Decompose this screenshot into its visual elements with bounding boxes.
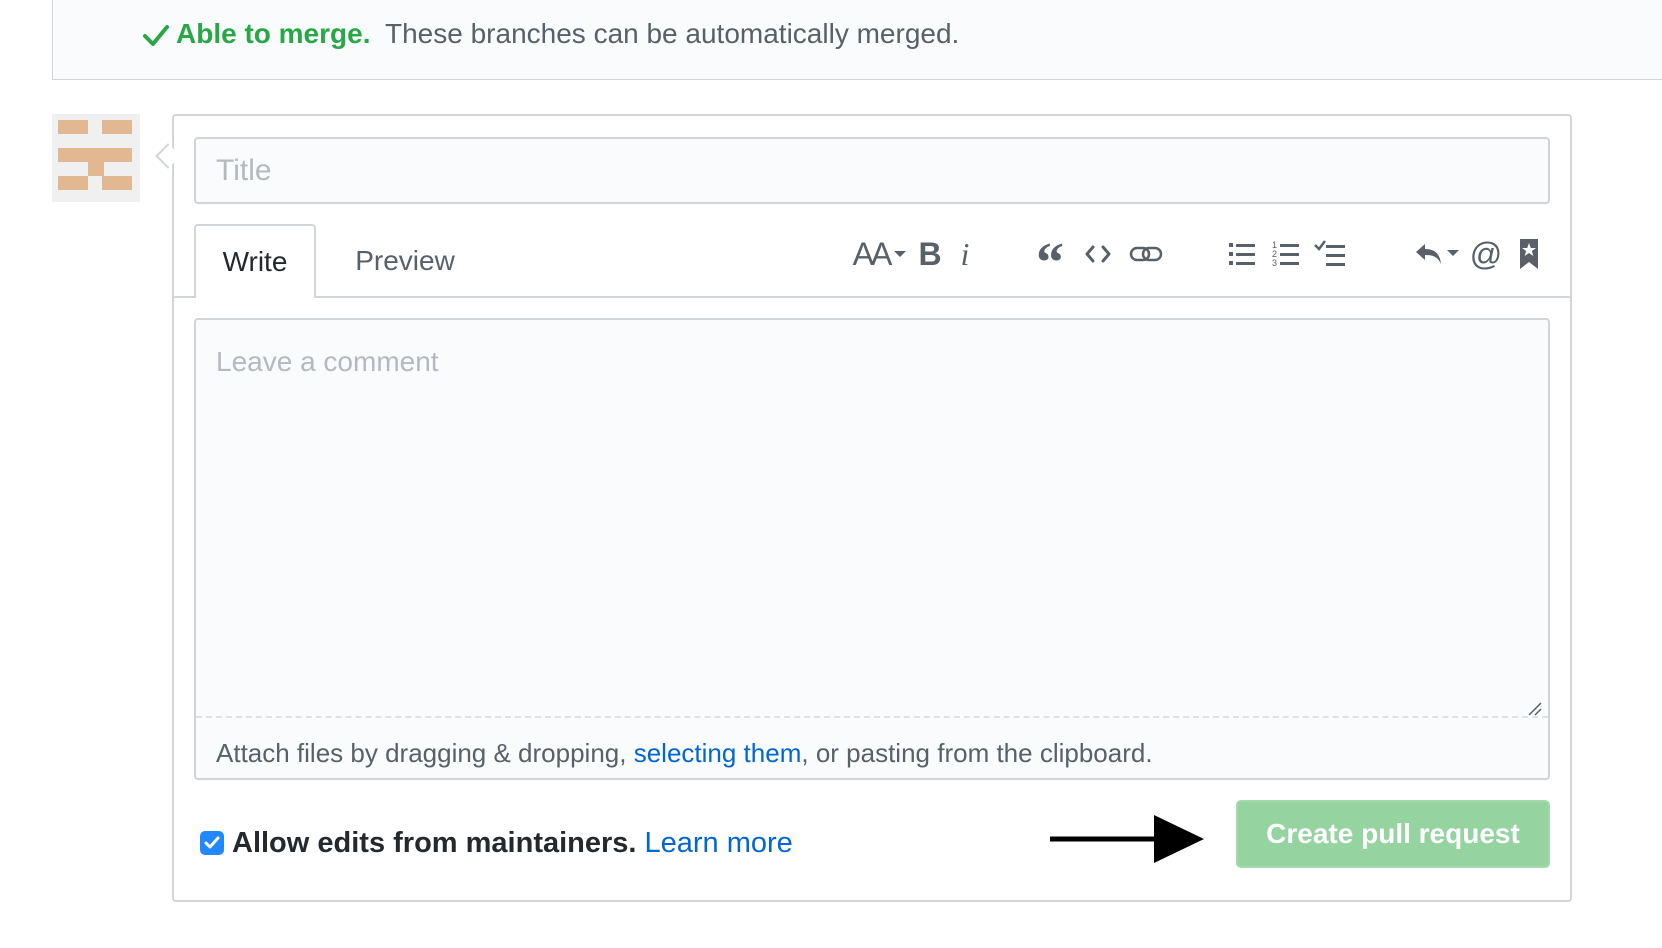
checkmark-icon — [204, 836, 220, 849]
quote-icon[interactable]: “ — [1030, 232, 1070, 291]
annotation-arrow-icon — [1050, 815, 1204, 863]
learn-more-link[interactable]: Learn more — [644, 827, 792, 860]
italic-icon[interactable]: i — [950, 232, 980, 276]
allow-edits-checkbox[interactable] — [200, 831, 224, 855]
comment-textarea[interactable] — [196, 320, 1548, 716]
mention-icon[interactable]: @ — [1466, 232, 1506, 276]
merge-status-strong: Able to merge. — [176, 18, 371, 49]
attach-hint-suffix: , or pasting from the clipboard. — [801, 738, 1153, 768]
reply-icon[interactable] — [1412, 232, 1460, 276]
allow-edits-label: Allow edits from maintainers. — [232, 826, 637, 859]
attach-hint: Attach files by dragging & dropping, sel… — [216, 738, 1153, 769]
code-icon[interactable] — [1082, 232, 1114, 276]
svg-text:3: 3 — [1272, 258, 1277, 268]
select-files-link[interactable]: selecting them — [634, 738, 802, 768]
saved-replies-icon[interactable] — [1514, 232, 1544, 276]
numbered-list-icon[interactable]: 123 — [1268, 232, 1304, 276]
allow-edits-row: Allow edits from maintainers. Learn more — [200, 826, 793, 860]
check-icon — [143, 25, 169, 46]
merge-status-text: These branches can be automatically merg… — [385, 18, 960, 49]
bulleted-list-icon[interactable] — [1224, 232, 1260, 276]
link-icon[interactable] — [1126, 232, 1166, 276]
comment-box: Attach files by dragging & dropping, sel… — [194, 318, 1550, 780]
task-list-icon[interactable] — [1312, 232, 1348, 276]
attach-hint-prefix: Attach files by dragging & dropping, — [216, 738, 627, 768]
title-input[interactable] — [194, 137, 1550, 204]
create-pull-request-button[interactable]: Create pull request — [1236, 800, 1550, 868]
resize-handle-icon[interactable] — [1526, 700, 1542, 716]
avatar[interactable] — [52, 114, 140, 202]
attach-divider — [196, 716, 1548, 718]
tab-preview[interactable]: Preview — [330, 224, 480, 298]
tab-write[interactable]: Write — [194, 224, 316, 298]
bold-icon[interactable]: B — [912, 232, 948, 276]
header-icon[interactable]: AA — [850, 232, 910, 276]
